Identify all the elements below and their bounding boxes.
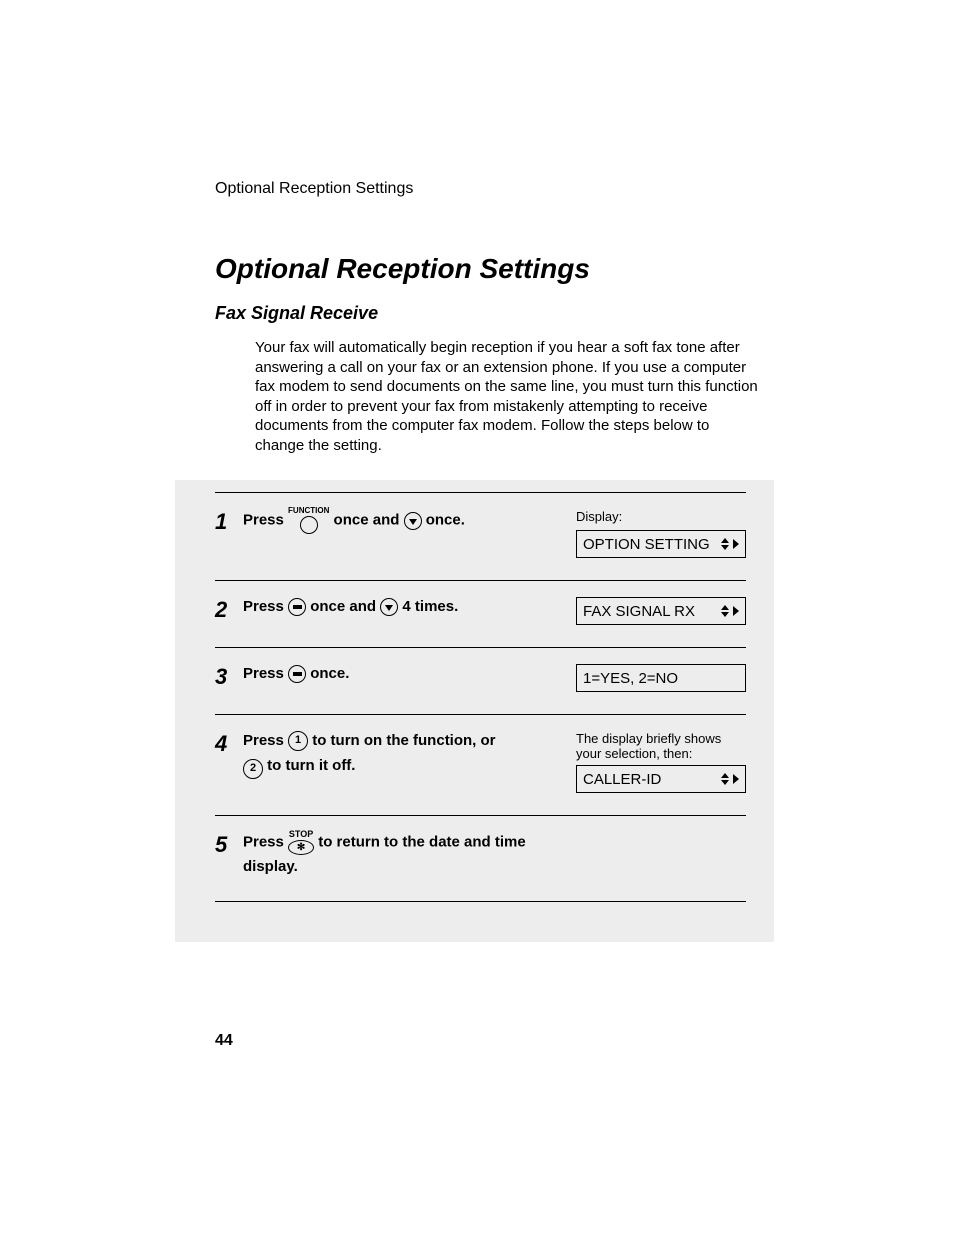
- step-display: 1=YES, 2=NO: [576, 662, 746, 692]
- section-title: Fax Signal Receive: [215, 303, 759, 324]
- step-display: FAX SIGNAL RX: [576, 595, 746, 625]
- step-row: 5 Press STOP ✻ to return to the date and…: [215, 815, 746, 901]
- step-row: 4 Press 1 to turn on the function, or 2 …: [215, 714, 746, 815]
- steps-list: 1 Press FUNCTION once and once. Display:…: [215, 492, 746, 902]
- step-number: 1: [215, 507, 243, 558]
- step-instruction: Press STOP ✻ to return to the date and t…: [243, 830, 576, 879]
- text: to turn it off.: [267, 757, 355, 774]
- step-instruction: Press 1 to turn on the function, or 2 to…: [243, 729, 576, 793]
- function-key-icon: FUNCTION: [288, 507, 329, 534]
- step-display: Display: OPTION SETTING: [576, 507, 746, 558]
- text: once.: [426, 511, 465, 528]
- lcd-display: 1=YES, 2=NO: [576, 664, 746, 692]
- text: once and: [310, 598, 380, 615]
- text: Press: [243, 833, 284, 850]
- display-label: Display:: [576, 509, 746, 524]
- lcd-arrows-icon: [721, 773, 739, 785]
- page: Optional Reception Settings Optional Rec…: [0, 0, 954, 1235]
- number-1-key-icon: 1: [288, 731, 308, 751]
- step-row: 2 Press once and 4 times. FAX SIGNAL RX: [215, 580, 746, 647]
- step-number: 2: [215, 595, 243, 625]
- page-title: Optional Reception Settings: [215, 253, 759, 285]
- step-instruction: Press once.: [243, 662, 576, 692]
- down-arrow-key-icon: [404, 512, 422, 530]
- text: once.: [310, 665, 349, 682]
- lcd-display: CALLER-ID: [576, 765, 746, 793]
- lcd-arrows-icon: [721, 605, 739, 617]
- step-number: 5: [215, 830, 243, 879]
- circle-icon: [300, 516, 318, 534]
- text: Press: [243, 511, 284, 528]
- right-key-icon: [288, 598, 306, 616]
- step-number: 4: [215, 729, 243, 793]
- display-note: The display briefly shows your selection…: [576, 731, 746, 761]
- function-label: FUNCTION: [288, 507, 329, 515]
- step-instruction: Press FUNCTION once and once.: [243, 507, 576, 558]
- step-number: 3: [215, 662, 243, 692]
- text: to turn on the function, or: [312, 732, 495, 749]
- step-row: 1 Press FUNCTION once and once. Display:…: [215, 493, 746, 580]
- text: to return to the date and time display.: [243, 833, 526, 875]
- lcd-display: OPTION SETTING: [576, 530, 746, 558]
- step-display: The display briefly shows your selection…: [576, 729, 746, 793]
- step-row: 3 Press once. 1=YES, 2=NO: [215, 647, 746, 714]
- intro-paragraph: Your fax will automatically begin recept…: [255, 338, 759, 455]
- lcd-text: OPTION SETTING: [583, 536, 710, 553]
- text: Press: [243, 598, 284, 615]
- step-display: [576, 830, 746, 879]
- page-number: 44: [215, 1032, 233, 1050]
- text: Press: [243, 732, 284, 749]
- text: 4 times.: [402, 598, 458, 615]
- text: Press: [243, 665, 284, 682]
- number-2-key-icon: 2: [243, 759, 263, 779]
- lcd-text: 1=YES, 2=NO: [583, 670, 678, 687]
- steps-panel: 1 Press FUNCTION once and once. Display:…: [175, 480, 774, 942]
- stop-key-icon: STOP ✻: [288, 830, 314, 855]
- step-instruction: Press once and 4 times.: [243, 595, 576, 625]
- oval-icon: ✻: [288, 840, 314, 855]
- lcd-display: FAX SIGNAL RX: [576, 597, 746, 625]
- down-arrow-key-icon: [380, 598, 398, 616]
- running-header: Optional Reception Settings: [215, 180, 759, 198]
- text: once and: [334, 511, 404, 528]
- right-key-icon: [288, 665, 306, 683]
- lcd-arrows-icon: [721, 538, 739, 550]
- lcd-text: CALLER-ID: [583, 771, 661, 788]
- stop-label: STOP: [289, 830, 313, 839]
- lcd-text: FAX SIGNAL RX: [583, 603, 695, 620]
